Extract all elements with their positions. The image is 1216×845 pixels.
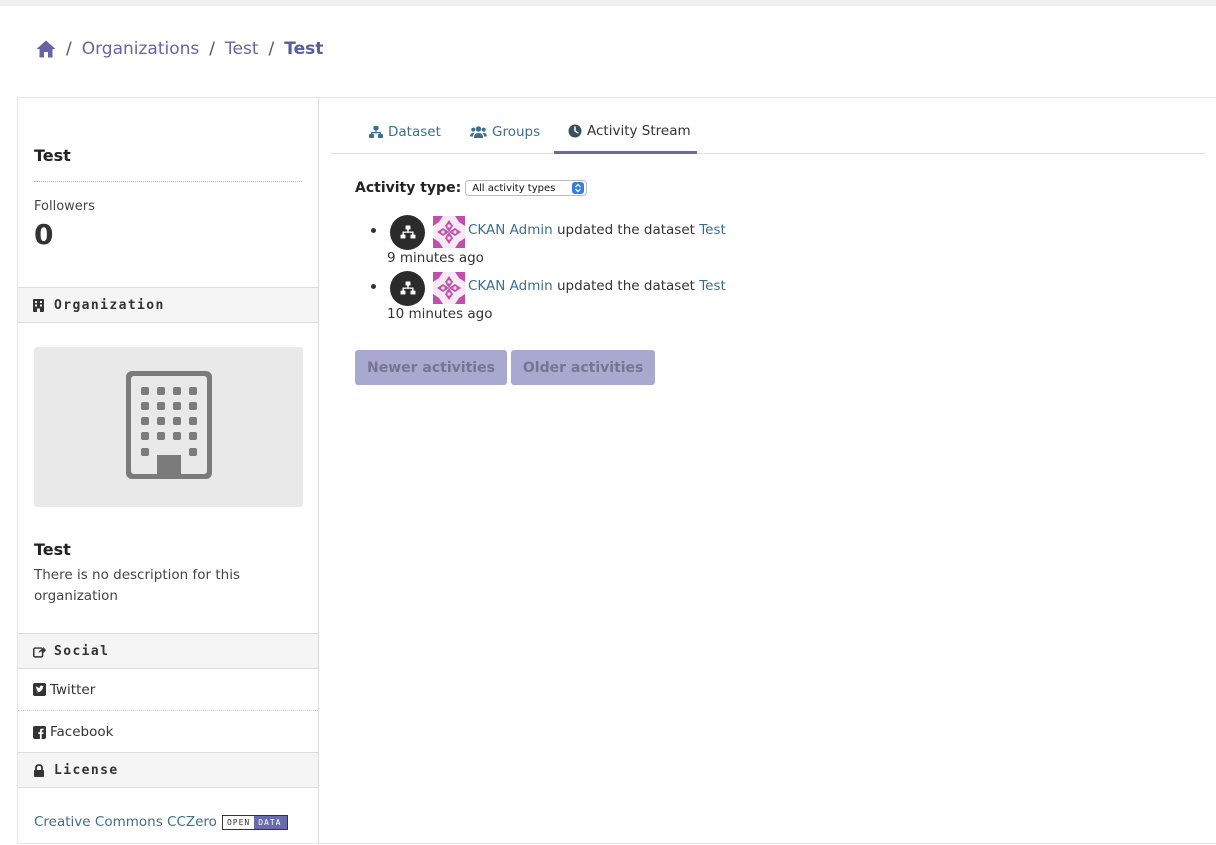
tab-bar: Dataset Groups Activity Stream xyxy=(331,110,1205,154)
followers-label: Followers xyxy=(34,199,95,214)
tab-groups-label: Groups xyxy=(492,124,541,140)
page-wrapper: Test Followers 0 Organization Test There… xyxy=(17,97,1216,844)
users-icon xyxy=(470,125,487,139)
org-name: Test xyxy=(34,540,71,559)
activity-type-filter: Activity type: All activity types xyxy=(355,180,588,196)
breadcrumb-organizations[interactable]: Organizations xyxy=(82,39,200,59)
license-link[interactable]: Creative Commons CCZero xyxy=(34,814,217,830)
sitemap-icon xyxy=(369,125,383,139)
newer-activities-button[interactable]: Newer activities xyxy=(355,350,507,385)
license-heading-label: License xyxy=(54,762,119,778)
activity-dataset-link[interactable]: Test xyxy=(699,222,726,238)
older-activities-button[interactable]: Older activities xyxy=(510,350,656,385)
breadcrumb-org[interactable]: Test xyxy=(225,39,258,59)
activity-text: CKAN Admin updated the dataset Test xyxy=(468,278,726,294)
organization-heading: Organization xyxy=(18,287,318,323)
user-avatar-icon[interactable] xyxy=(433,272,465,304)
twitter-icon xyxy=(33,683,46,696)
activity-type-select[interactable]: All activity types xyxy=(465,180,588,196)
activity-type-value: All activity types xyxy=(472,182,556,194)
activity-user-link[interactable]: CKAN Admin xyxy=(468,278,553,294)
open-data-badge[interactable]: OPEN DATA xyxy=(221,814,289,830)
activity-dataset-link[interactable]: Test xyxy=(699,278,726,294)
activity-pager: Newer activities Older activities xyxy=(355,350,659,385)
license: Creative Commons CCZero OPEN DATA xyxy=(34,814,289,830)
dataset-activity-icon xyxy=(390,271,425,306)
lock-icon xyxy=(33,763,46,777)
tab-groups[interactable]: Groups xyxy=(470,110,540,154)
sidebar: Test Followers 0 Organization Test There… xyxy=(18,98,319,844)
facebook-icon xyxy=(33,725,46,739)
divider xyxy=(34,181,302,182)
twitter-label: Twitter xyxy=(50,681,96,698)
share-icon xyxy=(33,645,46,658)
org-image xyxy=(34,347,303,507)
followers-count: 0 xyxy=(34,218,55,251)
user-avatar-icon[interactable] xyxy=(433,216,465,248)
organization-heading-label: Organization xyxy=(54,297,165,313)
building-icon xyxy=(33,298,46,312)
list-bullet xyxy=(371,284,376,289)
dataset-activity-icon xyxy=(390,215,425,250)
sidebar-title: Test xyxy=(34,146,71,165)
home-icon[interactable] xyxy=(36,39,56,59)
activity-user-link[interactable]: CKAN Admin xyxy=(468,222,553,238)
breadcrumb: / Organizations / Test / Test xyxy=(36,37,323,61)
activity-time: 10 minutes ago xyxy=(387,306,493,322)
tab-dataset-label: Dataset xyxy=(388,124,441,140)
activity-text: CKAN Admin updated the dataset Test xyxy=(468,222,726,238)
facebook-label: Facebook xyxy=(50,724,114,740)
clock-icon xyxy=(568,124,582,138)
activity-action: updated the dataset xyxy=(557,278,695,294)
breadcrumb-separator: / xyxy=(209,39,216,59)
social-heading: Social xyxy=(18,633,318,669)
social-heading-label: Social xyxy=(54,643,110,659)
breadcrumb-separator: / xyxy=(66,39,72,59)
top-strip xyxy=(0,0,1216,6)
list-bullet xyxy=(371,228,376,233)
open-data-badge-data: DATA xyxy=(254,815,288,829)
org-description: There is no description for this organiz… xyxy=(34,567,240,604)
license-heading: License xyxy=(18,752,318,788)
activity-time: 9 minutes ago xyxy=(387,250,484,266)
social-facebook[interactable]: Facebook xyxy=(18,711,318,753)
social-twitter[interactable]: Twitter xyxy=(18,669,318,711)
activity-type-label: Activity type: xyxy=(355,180,462,196)
main-content: Dataset Groups Activity Stream Activity … xyxy=(319,98,1216,844)
breadcrumb-current[interactable]: Test xyxy=(284,39,323,59)
tab-dataset[interactable]: Dataset xyxy=(369,110,441,154)
building-icon xyxy=(125,371,212,483)
activity-action: updated the dataset xyxy=(557,222,695,238)
select-arrows-icon xyxy=(572,182,585,194)
breadcrumb-separator: / xyxy=(268,39,275,59)
tab-activity-stream-label: Activity Stream xyxy=(587,122,691,139)
open-data-badge-open: OPEN xyxy=(222,815,255,829)
tab-activity-stream[interactable]: Activity Stream xyxy=(554,110,697,154)
